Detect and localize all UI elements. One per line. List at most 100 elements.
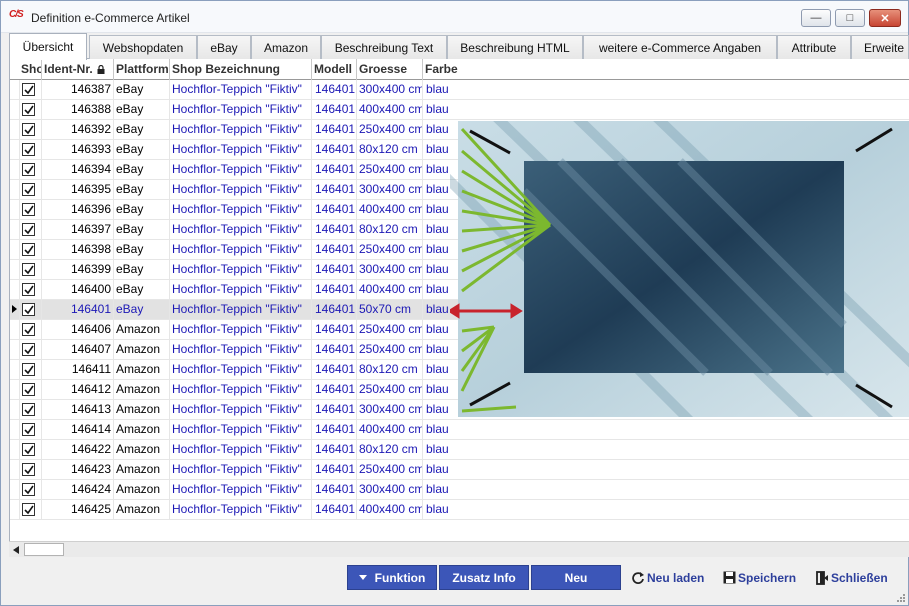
- plattform-cell: Amazon: [114, 320, 170, 340]
- bezeichnung-cell: Hochflor-Teppich "Fiktiv": [170, 500, 312, 520]
- shop-checkbox[interactable]: [22, 83, 35, 96]
- plattform-cell: Amazon: [114, 460, 170, 480]
- col-header-shop-bezeichnung[interactable]: Shop Bezeichnung: [170, 59, 312, 80]
- table-row[interactable]: 146388 eBay Hochflor-Teppich "Fiktiv" 14640…: [10, 100, 909, 120]
- groesse-cell: 250x400 cm: [357, 460, 423, 480]
- plattform-cell: Amazon: [114, 420, 170, 440]
- shop-cell: [20, 300, 42, 320]
- bottom-toolbar: Funktion Zusatz Info Neu Neu laden Speic…: [1, 561, 908, 605]
- modell-cell: 146401: [312, 100, 357, 120]
- table-row[interactable]: 146422 Amazon Hochflor-Teppich "Fiktiv" 146…: [10, 440, 909, 460]
- schliessen-button[interactable]: Schließen: [815, 565, 888, 590]
- table-row[interactable]: 146424 Amazon Hochflor-Teppich "Fiktiv" 146…: [10, 480, 909, 500]
- plattform-cell: eBay: [114, 220, 170, 240]
- tab-webshopdaten[interactable]: Webshopdaten: [89, 35, 197, 59]
- bezeichnung-cell: Hochflor-Teppich "Fiktiv": [170, 300, 312, 320]
- tab-weitere-ecommerce[interactable]: weitere e-Commerce Angaben: [583, 35, 777, 59]
- shop-checkbox[interactable]: [22, 143, 35, 156]
- shop-cell: [20, 320, 42, 340]
- shop-checkbox[interactable]: [22, 503, 35, 516]
- row-indicator: [10, 300, 20, 320]
- shop-checkbox[interactable]: [22, 463, 35, 476]
- col-header-plattform[interactable]: Plattform: [114, 59, 170, 80]
- neu-button[interactable]: Neu: [531, 565, 621, 590]
- modell-cell: 146401: [312, 440, 357, 460]
- shop-cell: [20, 480, 42, 500]
- shop-checkbox[interactable]: [22, 223, 35, 236]
- modell-cell: 146401: [312, 200, 357, 220]
- shop-checkbox[interactable]: [22, 483, 35, 496]
- farbe-cell: blau: [426, 502, 449, 516]
- plattform-cell: Amazon: [114, 340, 170, 360]
- resize-grip-icon[interactable]: [894, 591, 906, 603]
- checkmark-icon: [24, 385, 34, 395]
- ident-cell: 146400: [42, 280, 114, 300]
- col-header-modell[interactable]: Modell: [312, 59, 357, 80]
- groesse-cell: 300x400 cm: [357, 400, 423, 420]
- plattform-cell: eBay: [114, 200, 170, 220]
- shop-cell: [20, 500, 42, 520]
- checkmark-icon: [24, 445, 34, 455]
- shop-cell: [20, 360, 42, 380]
- row-indicator: [10, 200, 20, 220]
- col-header-shop[interactable]: Shop: [20, 59, 42, 80]
- shop-checkbox[interactable]: [22, 283, 35, 296]
- shop-checkbox[interactable]: [22, 383, 35, 396]
- neu-laden-button[interactable]: Neu laden: [631, 565, 704, 590]
- checkmark-icon: [24, 245, 34, 255]
- modell-cell: 146401: [312, 320, 357, 340]
- grid-header: Shop Ident-Nr. Plattform Shop Bezeichnun…: [10, 59, 909, 80]
- speichern-button[interactable]: Speichern: [723, 565, 796, 590]
- tab-beschreibung-text[interactable]: Beschreibung Text: [321, 35, 447, 59]
- zusatz-info-button[interactable]: Zusatz Info: [439, 565, 529, 590]
- shop-checkbox[interactable]: [22, 323, 35, 336]
- shop-checkbox[interactable]: [22, 163, 35, 176]
- shop-checkbox[interactable]: [22, 343, 35, 356]
- tab-amazon[interactable]: Amazon: [251, 35, 321, 59]
- scroll-thumb[interactable]: [24, 543, 64, 556]
- plattform-cell: eBay: [114, 180, 170, 200]
- farbe-cell: blau: [426, 462, 449, 476]
- shop-checkbox[interactable]: [22, 303, 35, 316]
- tab-ebay[interactable]: eBay: [197, 35, 251, 59]
- table-row[interactable]: 146387 eBay Hochflor-Teppich "Fiktiv" 14640…: [10, 80, 909, 100]
- close-icon: ✕: [880, 12, 890, 25]
- bezeichnung-cell: Hochflor-Teppich "Fiktiv": [170, 140, 312, 160]
- shop-checkbox[interactable]: [22, 423, 35, 436]
- shop-checkbox[interactable]: [22, 403, 35, 416]
- col-header-groesse[interactable]: Groesse: [357, 59, 423, 80]
- plattform-cell: Amazon: [114, 400, 170, 420]
- row-pointer-icon: [12, 305, 17, 313]
- horizontal-scrollbar[interactable]: [9, 541, 909, 557]
- shop-checkbox[interactable]: [22, 263, 35, 276]
- tab-attribute[interactable]: Attribute: [777, 35, 851, 59]
- groesse-cell: 400x400 cm: [357, 100, 423, 120]
- col-header-farbe[interactable]: Farbe: [423, 59, 483, 80]
- minimize-button[interactable]: —: [801, 9, 831, 27]
- shop-checkbox[interactable]: [22, 123, 35, 136]
- shop-checkbox[interactable]: [22, 203, 35, 216]
- checkmark-icon: [24, 365, 34, 375]
- col-header-ident[interactable]: Ident-Nr.: [42, 59, 114, 80]
- tab-beschreibung-html[interactable]: Beschreibung HTML: [447, 35, 583, 59]
- scroll-left-button[interactable]: [9, 542, 23, 557]
- modell-cell: 146401: [312, 120, 357, 140]
- exit-door-icon: [816, 570, 828, 585]
- close-button[interactable]: ✕: [869, 9, 901, 27]
- bezeichnung-cell: Hochflor-Teppich "Fiktiv": [170, 200, 312, 220]
- tab-erweitert[interactable]: Erweite: [851, 35, 909, 59]
- shop-checkbox[interactable]: [22, 363, 35, 376]
- plattform-cell: eBay: [114, 80, 170, 100]
- tab-uebersicht[interactable]: Übersicht: [9, 33, 87, 60]
- shop-checkbox[interactable]: [22, 183, 35, 196]
- shop-checkbox[interactable]: [22, 443, 35, 456]
- maximize-button[interactable]: □: [835, 9, 865, 27]
- funktion-button[interactable]: Funktion: [347, 565, 437, 590]
- checkmark-icon: [24, 105, 34, 115]
- table-row[interactable]: 146425 Amazon Hochflor-Teppich "Fiktiv" 146…: [10, 500, 909, 520]
- shop-checkbox[interactable]: [22, 103, 35, 116]
- table-row[interactable]: 146414 Amazon Hochflor-Teppich "Fiktiv" 146…: [10, 420, 909, 440]
- table-row[interactable]: 146423 Amazon Hochflor-Teppich "Fiktiv" 146…: [10, 460, 909, 480]
- shop-checkbox[interactable]: [22, 243, 35, 256]
- bezeichnung-cell: Hochflor-Teppich "Fiktiv": [170, 280, 312, 300]
